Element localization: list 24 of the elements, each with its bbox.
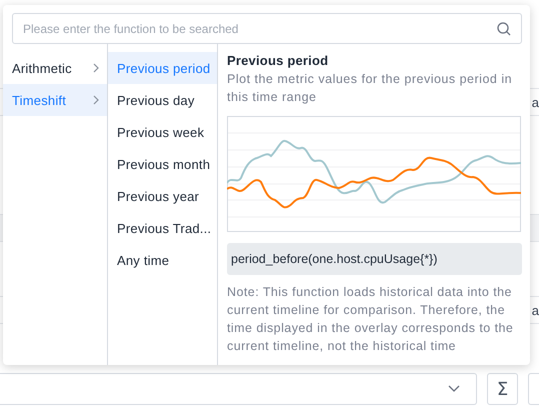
- category-item[interactable]: Timeshift: [3, 84, 107, 116]
- toolbar-button[interactable]: [528, 373, 539, 405]
- select-field[interactable]: [0, 373, 477, 405]
- function-item[interactable]: Any time: [108, 244, 217, 276]
- function-item[interactable]: Previous day: [108, 84, 217, 116]
- function-item[interactable]: Previous week: [108, 116, 217, 148]
- function-item[interactable]: Previous Trad...: [108, 212, 217, 244]
- chevron-right-icon: [93, 95, 99, 105]
- function-item[interactable]: Previous period: [108, 52, 217, 84]
- note-text: Note: This function loads historical data into the current timeline for comparison. Therefore, the time displayed in the overlay corresponds to the current timeline, not the historical time: [227, 284, 514, 355]
- category-item[interactable]: Arithmetic: [3, 52, 107, 84]
- function-title: Previous period: [227, 53, 330, 68]
- chevron-down-icon: [448, 385, 460, 393]
- background-text: a: [532, 302, 539, 318]
- code-example: period_before(one.host.cpuUsage{*}): [227, 243, 522, 275]
- chevron-right-icon: [93, 63, 99, 73]
- search-field[interactable]: Please enter the function to be searched: [12, 13, 522, 44]
- function-item[interactable]: Previous year: [108, 180, 217, 212]
- function-item[interactable]: Previous month: [108, 148, 217, 180]
- function-description: Plot the metric values for the previous period in this time range: [227, 71, 514, 106]
- search-input[interactable]: Please enter the function to be searched: [21, 20, 497, 36]
- search-icon: [497, 22, 511, 36]
- background-text: a: [532, 94, 539, 110]
- sum-button[interactable]: Σ: [486, 373, 518, 405]
